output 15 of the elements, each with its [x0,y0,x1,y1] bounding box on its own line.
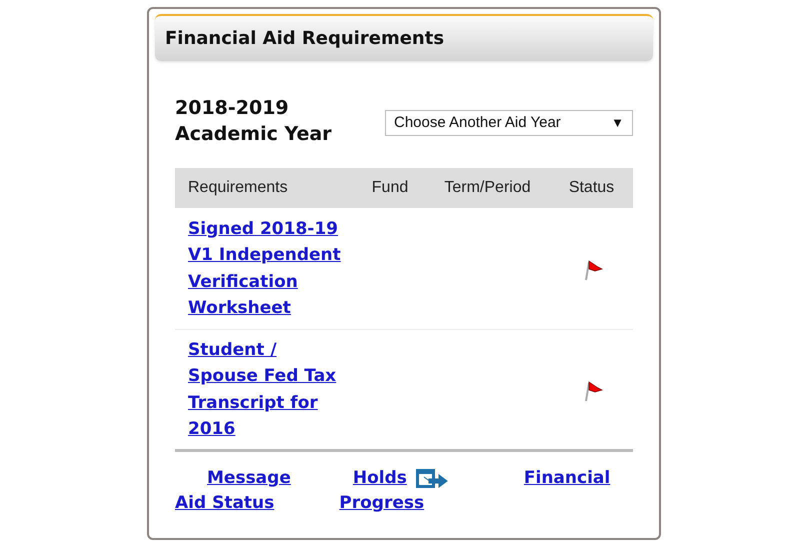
panel-title: Financial Aid Requirements [165,27,444,51]
exit-arrow-icon [414,468,449,490]
footer-link[interactable]: Message [207,466,291,491]
footer-link[interactable]: Progress [274,491,424,516]
column-header: Term/Period [443,178,532,198]
column-header: Fund [370,178,410,198]
footer-link[interactable]: Aid Status [175,491,274,516]
requirement-link[interactable]: Signed 2018-19 V1 Independent Verification Worksheet [175,216,355,322]
footer-link[interactable]: Financial [524,466,610,491]
requirement-link[interactable]: Student / Spouse Fed Tax Transcript for 2016 [175,336,355,442]
footer-link[interactable]: Holds [352,466,407,491]
column-header: Requirements [187,178,289,198]
column-header: Status [568,178,616,198]
aid-year-select[interactable]: Choose Another Aid Year ▼ [385,110,633,136]
aid-year-label: 2018-2019 Academic Year [175,96,333,147]
